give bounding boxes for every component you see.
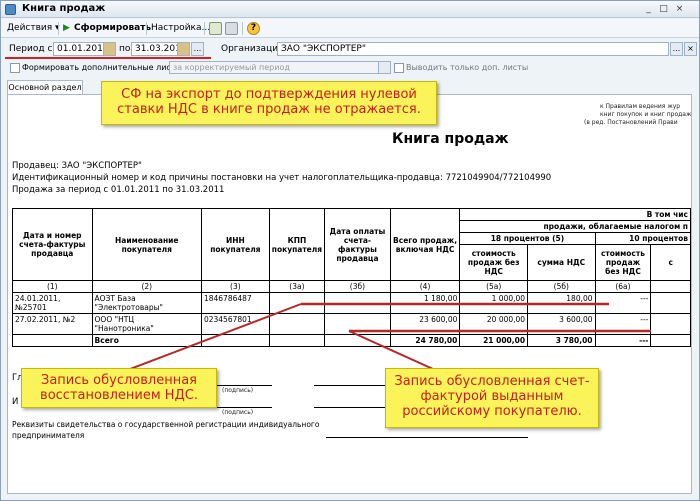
callout-russian-buyer: Запись обусловленная счет-фактурой выдан… xyxy=(385,368,599,428)
sales-book-window: Книга продаж _ □ × Действия ▾ ▶ Сформиро… xyxy=(0,0,700,501)
callout-export-invoice: СФ на экспорт до подтверждения нулевой с… xyxy=(101,81,437,125)
arrow-left-callout xyxy=(124,303,302,372)
callout-vat-restoration: Запись обусловленная восстановлением НДС… xyxy=(21,368,217,408)
arrow-right-callout xyxy=(348,330,434,370)
